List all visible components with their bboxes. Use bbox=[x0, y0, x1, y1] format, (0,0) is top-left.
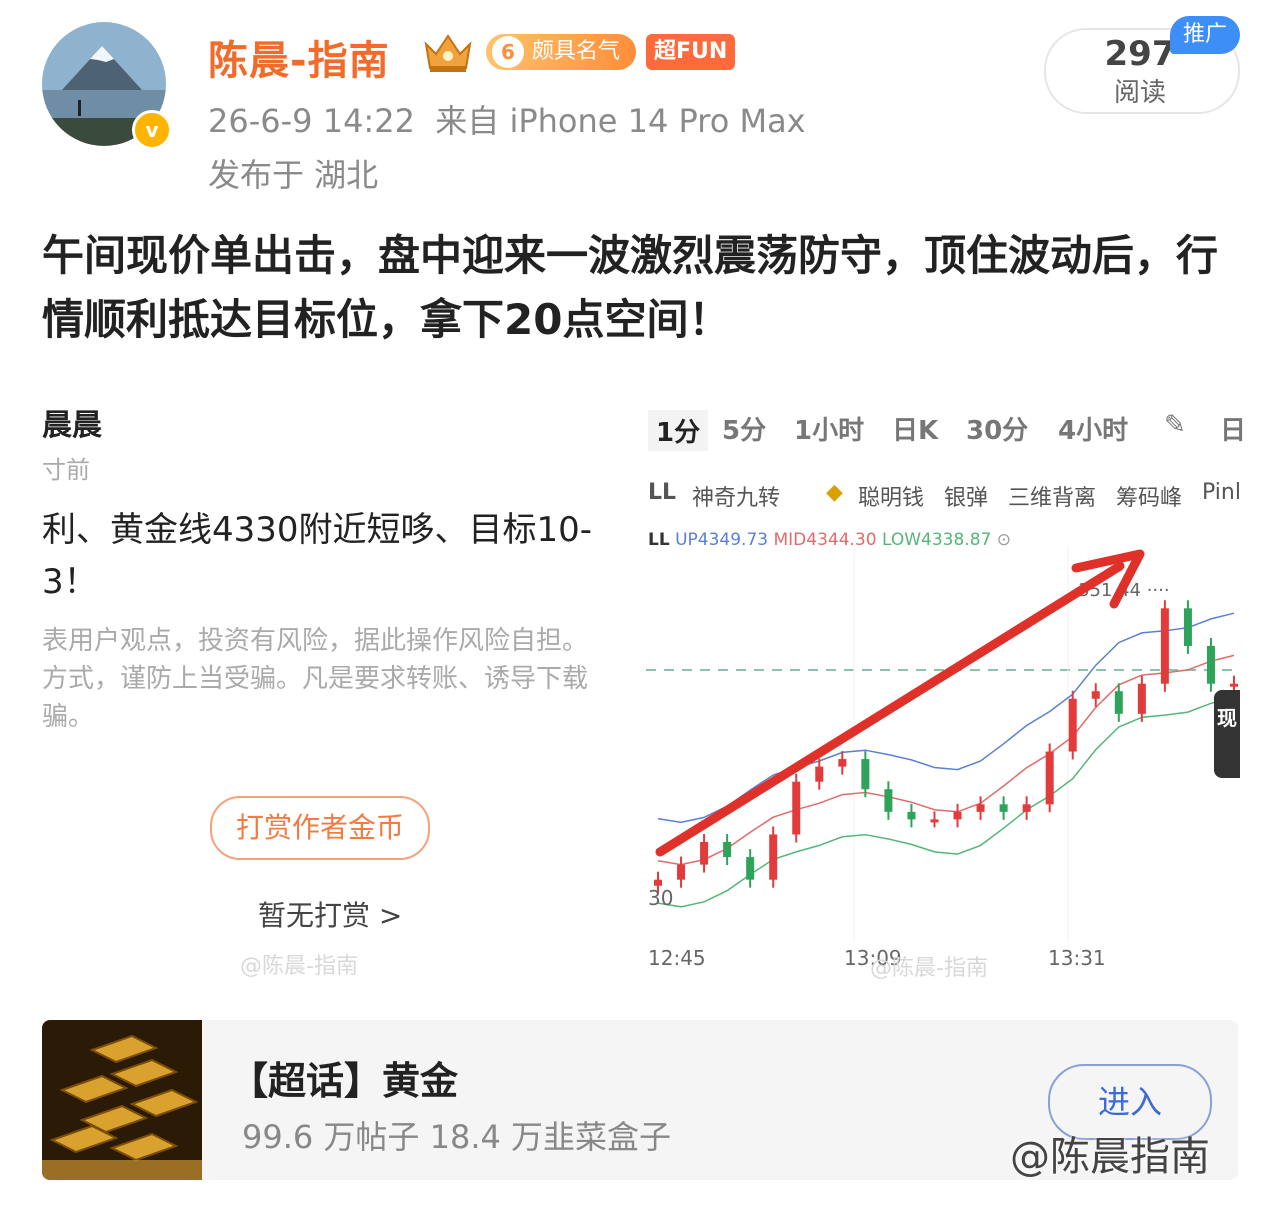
indicator-boll[interactable]: LL bbox=[648, 480, 676, 505]
disclaimer-line-2: 方式，谨防上当受骗。凡是要求转账、诱导下载 bbox=[42, 664, 589, 694]
topic-title: 【超话】黄金 bbox=[230, 1059, 459, 1103]
indicator-smart-money[interactable]: 聪明钱 bbox=[858, 480, 924, 512]
candle-body bbox=[677, 864, 686, 880]
candle-body bbox=[746, 857, 755, 880]
gold-bars-image bbox=[42, 1020, 202, 1180]
candle-body bbox=[1160, 608, 1169, 684]
username[interactable]: 陈晨-指南 bbox=[208, 28, 390, 86]
embedded-text-line-1: 利、黄金线4330附近短哆、目标10- bbox=[42, 510, 593, 550]
indicator-td9[interactable]: 神奇九转 bbox=[692, 480, 780, 512]
tab-5min[interactable]: 5分 bbox=[722, 410, 766, 447]
tab-30min[interactable]: 30分 bbox=[966, 410, 1028, 447]
candle-body bbox=[976, 804, 985, 812]
post-location: 发布于 湖北 bbox=[208, 156, 379, 194]
watermark-bottom: @陈晨指南 bbox=[1010, 1134, 1210, 1180]
y-axis-label: 30 bbox=[648, 886, 674, 910]
boll-mid-line bbox=[657, 654, 1235, 866]
x-tick-1: 12:45 bbox=[648, 946, 706, 970]
crown-icon bbox=[420, 28, 476, 76]
x-tick-3: 13:31 bbox=[1048, 946, 1106, 970]
draw-tool-icon[interactable]: ✎ bbox=[1164, 410, 1186, 440]
tab-daily[interactable]: 日K bbox=[892, 410, 938, 447]
candle-body bbox=[953, 811, 962, 820]
indicator-chip-peak[interactable]: 筹码峰 bbox=[1116, 480, 1182, 512]
disclaimer-line-3: 骗。 bbox=[42, 702, 95, 732]
embedded-post-text: 利、黄金线4330附近短哆、目标10- 3！ bbox=[42, 504, 642, 608]
tip-author-button[interactable]: 打赏作者金币 bbox=[210, 796, 430, 860]
indicator-silver-bullet[interactable]: 银弹 bbox=[944, 480, 988, 512]
read-label: 阅读 bbox=[1113, 78, 1166, 108]
candle-body bbox=[1022, 804, 1031, 812]
candlestick-chart[interactable]: 351.44 ···· bbox=[646, 548, 1240, 940]
candle-body bbox=[1045, 751, 1054, 805]
disclaimer-line-1: 表用户观点，投资有风险，据此操作风险自担。 bbox=[42, 626, 589, 656]
candle-body bbox=[884, 789, 893, 812]
ad-badge: 推广 bbox=[1170, 16, 1240, 54]
candle-body bbox=[1230, 683, 1238, 687]
candle-body bbox=[700, 842, 709, 865]
candle-body bbox=[1068, 698, 1077, 752]
candle-body bbox=[1114, 691, 1123, 714]
boll-low: LOW4338.87 bbox=[881, 530, 992, 550]
candle-body bbox=[1183, 608, 1192, 646]
tab-4hour[interactable]: 4小时 bbox=[1058, 410, 1128, 447]
post-text: 午间现价单出击，盘中迎来一波激烈震荡防守，顶住波动后，行情顺利抵达目标位，拿下2… bbox=[42, 231, 1219, 344]
post-meta: 26-6-9 14:22 来自 iPhone 14 Pro Max bbox=[208, 102, 806, 140]
indicator-pin[interactable]: Pinl bbox=[1202, 480, 1240, 505]
candle-body bbox=[1091, 691, 1100, 699]
embedded-author: 晨晨 bbox=[42, 408, 102, 443]
candle-body bbox=[769, 834, 778, 880]
boll-up: UP4349.73 bbox=[675, 530, 769, 550]
candle-body bbox=[792, 781, 801, 835]
boll-prefix: LL bbox=[648, 530, 670, 550]
boll-mid: MID4344.30 bbox=[773, 530, 877, 550]
settings-icon[interactable]: ⊙ bbox=[997, 530, 1011, 550]
current-price-tag: 现 bbox=[1214, 690, 1240, 778]
candle-body bbox=[930, 819, 939, 823]
candle-body bbox=[861, 759, 870, 790]
watermark-left: @陈晨-指南 bbox=[240, 954, 358, 979]
candle-body bbox=[723, 842, 732, 858]
topic-stats: 99.6 万帖子 18.4 万韭菜盒子 bbox=[242, 1118, 672, 1156]
watermark-chart: @陈晨-指南 bbox=[870, 956, 988, 981]
level-number: 6 bbox=[492, 36, 524, 68]
tab-1min[interactable]: 1分 bbox=[648, 410, 709, 451]
tab-1hour[interactable]: 1小时 bbox=[794, 410, 864, 447]
candle-body bbox=[838, 759, 847, 767]
candle-body bbox=[907, 811, 916, 820]
indicator-3d-divergence[interactable]: 三维背离 bbox=[1008, 480, 1096, 512]
embedded-time: 寸前 bbox=[42, 456, 90, 484]
indicator-row: LL 神奇九转 ◆ 聪明钱 银弹 三维背离 筹码峰 Pinl bbox=[648, 480, 1240, 514]
no-tip-link[interactable]: 暂无打赏 > bbox=[258, 894, 402, 934]
chart-timeframe-tabs: 1分 5分 1小时 日K 30分 4小时 ✎ 日 bbox=[648, 410, 1246, 454]
boll-upper-line bbox=[657, 612, 1235, 824]
candle-body bbox=[1137, 683, 1146, 714]
candle-body bbox=[815, 766, 824, 782]
diamond-icon: ◆ bbox=[826, 480, 843, 505]
verified-badge-icon: v bbox=[132, 110, 172, 150]
tab-day-more[interactable]: 日 bbox=[1220, 410, 1246, 447]
candle-body bbox=[999, 804, 1008, 812]
fun-badge: 超FUN bbox=[646, 34, 736, 70]
candle-body bbox=[654, 879, 662, 886]
embedded-text-line-2: 3！ bbox=[42, 562, 98, 602]
risk-disclaimer: 表用户观点，投资有风险，据此操作风险自担。 方式，谨防上当受骗。凡是要求转账、诱… bbox=[42, 622, 638, 736]
candle-body bbox=[1206, 646, 1215, 684]
boll-readout: LL UP4349.73 MID4344.30 LOW4338.87 ⊙ bbox=[648, 530, 1011, 550]
